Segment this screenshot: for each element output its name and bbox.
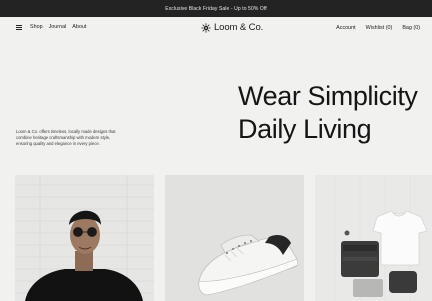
nav-link-shop[interactable]: Shop [30,24,43,30]
folded-clothes-image [315,175,432,301]
site-header: Shop Journal About Loom & Co. Account Wi… [0,17,432,41]
primary-nav: Shop Journal About [16,24,86,30]
model-portrait-image [15,175,154,301]
nav-link-wishlist[interactable]: Wishlist (0) [366,25,393,31]
hero-title-line-1: Wear Simplicity [238,81,418,111]
hero-title: Wear Simplicity Daily Living [238,80,418,146]
account-nav: Account Wishlist (0) Bag (0) [336,25,420,31]
nav-link-account[interactable]: Account [336,25,355,31]
brand-name: Loom & Co. [214,22,264,33]
gallery-card-sneaker[interactable] [165,175,304,301]
hero-title-line-2: Daily Living [238,114,372,144]
hero-description: Loom & Co. offers timeless, locally made… [16,129,116,146]
promo-text: Exclusive Black Friday Sale - Up to 50% … [165,5,267,12]
nav-link-journal[interactable]: Journal [49,24,67,30]
hamburger-menu-icon[interactable] [16,24,22,30]
sneaker-image [165,175,304,301]
promo-banner: Exclusive Black Friday Sale - Up to 50% … [0,0,432,17]
nav-link-bag[interactable]: Bag (0) [402,25,420,31]
brand-logo[interactable]: Loom & Co. [201,22,263,33]
gallery-card-flatlay[interactable] [315,175,432,301]
gallery-card-model[interactable] [15,175,154,301]
nav-link-about[interactable]: About [72,24,86,30]
sunburst-logo-icon [201,22,211,33]
